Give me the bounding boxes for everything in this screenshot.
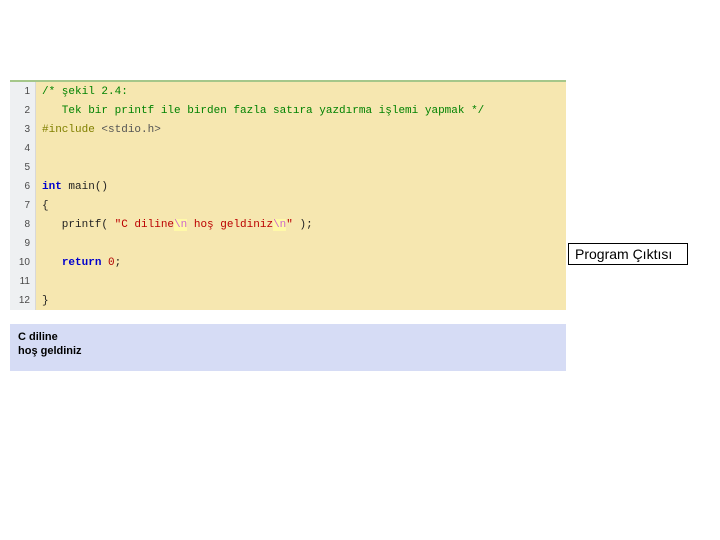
- code-token: Tek bir printf ile birden fazla satıra y…: [42, 105, 484, 117]
- code-token: );: [293, 219, 313, 231]
- code-token: ;: [115, 257, 122, 269]
- code-token: \n: [273, 219, 286, 231]
- code-line: 11: [10, 272, 566, 291]
- code-token: int: [42, 181, 62, 193]
- code-token: /* şekil 2.4:: [42, 86, 128, 98]
- code-token: "C diline: [115, 219, 174, 231]
- line-number: 7: [10, 196, 36, 215]
- code-token: main(): [62, 181, 108, 193]
- code-token: 0: [108, 257, 115, 269]
- code-line: 12}: [10, 291, 566, 310]
- code-token: {: [42, 200, 49, 212]
- code-content: Tek bir printf ile birden fazla satıra y…: [36, 105, 484, 117]
- line-number: 3: [10, 120, 36, 139]
- code-token: \n: [174, 219, 187, 231]
- line-number: 6: [10, 177, 36, 196]
- program-output: C diline hoş geldiniz: [10, 324, 566, 371]
- code-token: ": [286, 219, 293, 231]
- code-content: int main(): [36, 181, 108, 193]
- code-content: return 0;: [36, 257, 121, 269]
- code-token: printf(: [42, 219, 115, 231]
- code-token: }: [42, 295, 49, 307]
- line-number: 4: [10, 139, 36, 158]
- code-line: 4: [10, 139, 566, 158]
- code-content: #include <stdio.h>: [36, 124, 161, 136]
- code-line: 2 Tek bir printf ile birden fazla satıra…: [10, 101, 566, 120]
- code-line: 1 /* şekil 2.4:: [10, 82, 566, 101]
- code-content: /* şekil 2.4:: [36, 86, 128, 98]
- code-line: 5: [10, 158, 566, 177]
- code-content: printf( "C diline\n hoş geldiniz\n" );: [36, 219, 313, 231]
- code-token: #include: [42, 124, 101, 136]
- code-line: 6int main(): [10, 177, 566, 196]
- code-line: 9: [10, 234, 566, 253]
- code-content: {: [36, 200, 49, 212]
- line-number: 2: [10, 101, 36, 120]
- code-token: hoş geldiniz: [187, 219, 273, 231]
- line-number: 8: [10, 215, 36, 234]
- line-number: 12: [10, 291, 36, 310]
- code-block: 1 /* şekil 2.4: 2 Tek bir printf ile birde…: [10, 80, 566, 310]
- line-number: 1: [10, 82, 36, 101]
- line-number: 10: [10, 253, 36, 272]
- line-number: 9: [10, 234, 36, 253]
- output-line: C diline: [18, 330, 558, 344]
- code-token: [42, 257, 62, 269]
- code-line: 10 return 0;: [10, 253, 566, 272]
- output-label: Program Çıktısı: [568, 243, 688, 265]
- code-token: <stdio.h>: [101, 124, 160, 136]
- output-line: hoş geldiniz: [18, 344, 558, 358]
- code-token: return: [62, 257, 102, 269]
- code-line: 7{: [10, 196, 566, 215]
- line-number: 5: [10, 158, 36, 177]
- code-content: }: [36, 295, 49, 307]
- code-line: 8 printf( "C diline\n hoş geldiniz\n" );: [10, 215, 566, 234]
- line-number: 11: [10, 272, 36, 291]
- code-line: 3#include <stdio.h>: [10, 120, 566, 139]
